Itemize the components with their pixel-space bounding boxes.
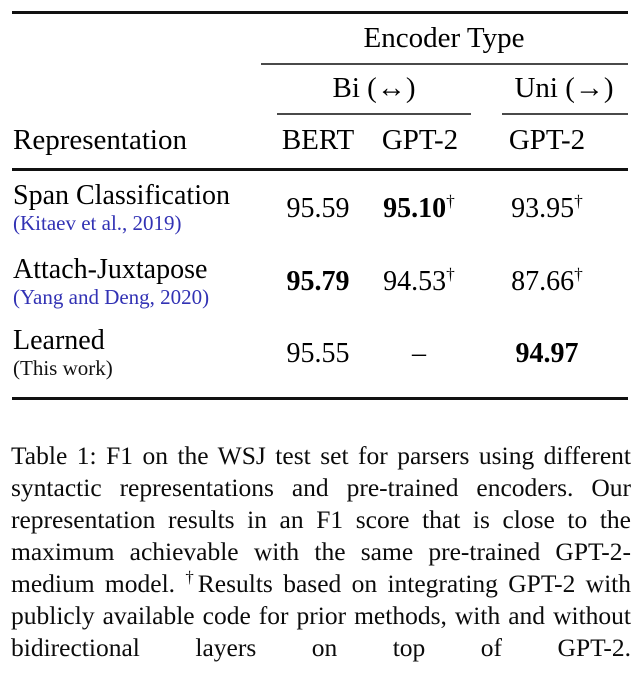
- table-cell-value: –: [364, 340, 474, 368]
- table-cell-value: 94.97: [492, 340, 602, 368]
- cell-number: 95.59: [286, 193, 350, 224]
- dagger-marker: †: [446, 264, 455, 284]
- row-name: Attach-Juxtapose: [13, 254, 208, 285]
- table-cmidrule-bi: [277, 113, 471, 115]
- dagger-marker: †: [446, 191, 455, 211]
- table-cell-value: 94.53†: [364, 264, 474, 297]
- table-cell-value: 87.66†: [492, 264, 602, 297]
- table-row-label: Span Classification (Kitaev et al., 2019…: [13, 180, 230, 234]
- dagger-marker: †: [574, 264, 583, 284]
- column-subgroup-header-bi: Bi (↔): [332, 72, 416, 104]
- row-citation[interactable]: (Kitaev et al., 2019): [13, 212, 230, 234]
- results-table: Encoder Type Bi (↔) Uni (→) Representati…: [0, 0, 640, 410]
- column-group-header-encoder-type: Encoder Type: [363, 22, 525, 54]
- cell-number: 87.66: [511, 266, 575, 297]
- row-name: Learned: [13, 325, 105, 356]
- table-cmidrule-uni: [502, 113, 628, 115]
- table-toprule: [12, 11, 628, 14]
- dagger-marker: †: [185, 567, 198, 587]
- row-name: Span Classification: [13, 180, 230, 211]
- table-caption: Table 1: F1 on the WSJ test set for pars…: [11, 440, 631, 664]
- table-cell-value: 95.59: [263, 195, 373, 223]
- cell-number: 95.79: [286, 266, 350, 297]
- table-midrule: [12, 168, 628, 171]
- table-cell-value: 95.10†: [364, 191, 474, 224]
- cell-number: 95.55: [286, 338, 350, 369]
- table-row-label: Learned (This work): [13, 325, 113, 380]
- column-header-gpt2-uni: GPT-2: [508, 124, 586, 156]
- table-row-label: Attach-Juxtapose (Yang and Deng, 2020): [13, 254, 209, 308]
- table-cell-value: 93.95†: [492, 191, 602, 224]
- table-cell-value: 95.55: [263, 340, 373, 368]
- table-bottomrule: [12, 397, 628, 400]
- table-cmidrule-encoder-type: [261, 63, 628, 65]
- row-citation[interactable]: (Yang and Deng, 2020): [13, 286, 209, 308]
- cell-number: –: [412, 338, 426, 369]
- cell-number: 94.97: [515, 338, 579, 369]
- column-subgroup-header-uni: Uni (→): [514, 72, 614, 104]
- column-header-gpt2-bi: GPT-2: [381, 124, 459, 156]
- cell-number: 93.95: [511, 193, 575, 224]
- row-citation: (This work): [13, 355, 113, 380]
- column-header-bert: BERT: [281, 124, 355, 156]
- cell-number: 94.53: [383, 266, 447, 297]
- dagger-marker: †: [574, 191, 583, 211]
- column-header-representation: Representation: [13, 124, 187, 156]
- table-cell-value: 95.79: [263, 268, 373, 296]
- cell-number: 95.10: [383, 193, 447, 224]
